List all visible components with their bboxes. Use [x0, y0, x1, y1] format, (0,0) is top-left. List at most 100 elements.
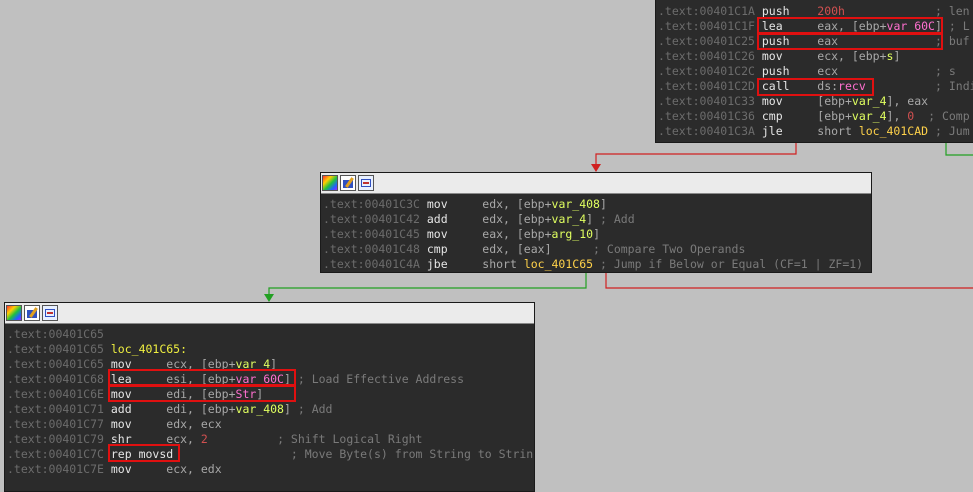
code-token-mn: push — [761, 4, 818, 18]
code-token-mn: jbe — [426, 257, 483, 271]
code-token-mn: mov — [110, 417, 167, 431]
code-token-mn: push — [761, 64, 818, 78]
code-token-imp: var_60C — [886, 19, 935, 33]
code-block-bottom[interactable]: .text:00401C65 .text:00401C65 loc_401C65… — [4, 302, 535, 492]
code-line[interactable]: .text:00401C36 cmp [ebp+var_4], 0 ; Comp — [658, 109, 973, 124]
code-line[interactable]: .text:00401C65 mov ecx, [ebp+var_4] — [7, 357, 534, 372]
code-line[interactable]: .text:00401C25 push eax ; buf — [658, 34, 973, 49]
code-address: .text:00401C1F — [658, 19, 755, 33]
code-token-op: ] — [586, 212, 600, 226]
code-address: .text:00401C2C — [658, 64, 755, 78]
code-address: .text:00401C68 — [7, 372, 104, 386]
code-token-op: eax, [ebp+ — [817, 19, 887, 33]
code-token-cm: ; Add — [297, 402, 333, 416]
code-line[interactable]: .text:00401C77 mov edx, ecx — [7, 417, 534, 432]
edge-false-middle-right — [605, 273, 973, 289]
code-token-op: short — [817, 124, 859, 138]
code-line[interactable]: .text:00401C42 add edx, [ebp+var_4] ; Ad… — [323, 212, 871, 227]
code-line[interactable]: .text:00401C4A jbe short loc_401C65 ; Ju… — [323, 257, 871, 272]
code-address: .text:00401C71 — [7, 402, 104, 416]
code-token-op: ecx, [ebp+ — [817, 49, 887, 63]
code-address: .text:00401C4A — [323, 257, 420, 271]
code-token-op — [845, 4, 935, 18]
code-token-cm: ; Jum — [935, 124, 970, 138]
code-block-middle[interactable]: .text:00401C3C mov edx, [ebp+var_408] .te… — [320, 172, 872, 273]
code-token-num: 2 — [200, 432, 208, 446]
code-line[interactable]: .text:00401C7C rep movsd ; Move Byte(s) … — [7, 447, 534, 462]
code-line[interactable]: .text:00401C65 — [7, 327, 534, 342]
code-token-op: ] — [599, 197, 607, 211]
code-address: .text:00401C7C — [7, 447, 104, 461]
code-address: .text:00401C26 — [658, 49, 755, 63]
code-line[interactable]: .text:00401C68 lea esi, [ebp+var_60C] ; … — [7, 372, 534, 387]
code-address: .text:00401C65 — [7, 327, 104, 341]
code-address: .text:00401C33 — [658, 94, 755, 108]
color-icon[interactable] — [322, 175, 338, 191]
code-address: .text:00401C77 — [7, 417, 104, 431]
code-token-op: [ebp+ — [817, 94, 852, 108]
code-address: .text:00401C65 — [7, 357, 104, 371]
code-token-op: eax, [ebp+ — [482, 227, 552, 241]
code-line[interactable]: .text:00401C6E mov edi, [ebp+Str] — [7, 387, 534, 402]
code-token-op: edi, [ebp+ — [166, 402, 236, 416]
code-line[interactable]: .text:00401C1F lea eax, [ebp+var_60C] ; … — [658, 19, 973, 34]
code-token-var: arg_10 — [551, 227, 594, 241]
code-token-mn: push — [761, 34, 818, 48]
code-line[interactable]: .text:00401C71 add edi, [ebp+var_408] ; … — [7, 402, 534, 417]
code-token-cm: ; Indi — [935, 79, 973, 93]
rename-icon[interactable] — [340, 175, 356, 191]
code-line[interactable]: .text:00401C26 mov ecx, [ebp+s] — [658, 49, 973, 64]
code-token-var: var_4 — [551, 212, 587, 226]
code-address: .text:00401C25 — [658, 34, 755, 48]
code-token-op: ] — [270, 357, 278, 371]
code-token-op: esi, [ebp+ — [166, 372, 236, 386]
code-token-mn: mov — [761, 94, 818, 108]
code-token-mn: mov — [110, 462, 167, 476]
code-line[interactable]: .text:00401C48 cmp edx, [eax] ; Compare … — [323, 242, 871, 257]
code-address: .text:00401C42 — [323, 212, 420, 226]
code-line[interactable]: .text:00401C79 shr ecx, 2 ; Shift Logica… — [7, 432, 534, 447]
code-line[interactable]: .text:00401C45 mov eax, [ebp+arg_10] — [323, 227, 871, 242]
code-address: .text:00401C48 — [323, 242, 420, 256]
code-block-top[interactable]: .text:00401C1A push 200h ; len .text:0040… — [655, 0, 973, 143]
edge-true-top-right — [945, 143, 973, 156]
color-icon[interactable] — [6, 305, 22, 321]
code-token-mn: mov — [110, 387, 167, 401]
code-token-cm: ; Jump if Below or Equal (CF=1 | ZF=1) — [600, 257, 864, 271]
code-token-imp: Str — [235, 387, 257, 401]
code-token-op: ] — [934, 19, 942, 33]
group-nodes-icon[interactable] — [358, 175, 374, 191]
node-toolbar — [5, 303, 534, 324]
code-token-op: edx, [eax] — [482, 242, 594, 256]
code-token-op: ] — [593, 227, 600, 241]
code-token-cm: ; buf — [934, 34, 970, 48]
code-line[interactable]: .text:00401C2C push ecx ; s — [658, 64, 973, 79]
code-line[interactable]: .text:00401C3C mov edx, [ebp+var_408] — [323, 197, 871, 212]
code-line[interactable]: .text:00401C1A push 200h ; len — [658, 4, 973, 19]
code-token-op: ecx, [ebp+ — [166, 357, 236, 371]
code-token-mn: mov — [761, 49, 818, 63]
code-token-op — [928, 124, 935, 138]
code-token-mn: mov — [110, 357, 167, 371]
group-nodes-icon[interactable] — [42, 305, 58, 321]
code-token-op: ], eax — [886, 94, 929, 108]
code-token-var: var_4 — [235, 357, 271, 371]
edge-false-top-to-middle — [595, 143, 797, 166]
code-lines: .text:00401C65 .text:00401C65 loc_401C65… — [5, 324, 534, 477]
code-token-op: short — [482, 257, 524, 271]
code-line[interactable]: .text:00401C7E mov ecx, edx — [7, 462, 534, 477]
edge-arrow-bottom — [264, 294, 274, 302]
code-line[interactable]: .text:00401C65 loc_401C65: — [7, 342, 534, 357]
code-address: .text:00401C45 — [323, 227, 420, 241]
code-line[interactable]: .text:00401C2D call ds:recv ; Indi — [658, 79, 973, 94]
code-token-mn: jle — [761, 124, 818, 138]
code-token-mn: rep movsd — [110, 447, 174, 461]
code-line[interactable]: .text:00401C33 mov [ebp+var_4], eax — [658, 94, 973, 109]
rename-icon[interactable] — [24, 305, 40, 321]
code-token-op — [866, 79, 935, 93]
code-token-cm: ; Comp — [928, 109, 970, 123]
code-token-cm: ; Add — [600, 212, 635, 226]
code-line[interactable]: .text:00401C3A jle short loc_401CAD ; Ju… — [658, 124, 973, 139]
code-token-op: ds: — [817, 79, 839, 93]
code-address: .text:00401C6E — [7, 387, 104, 401]
